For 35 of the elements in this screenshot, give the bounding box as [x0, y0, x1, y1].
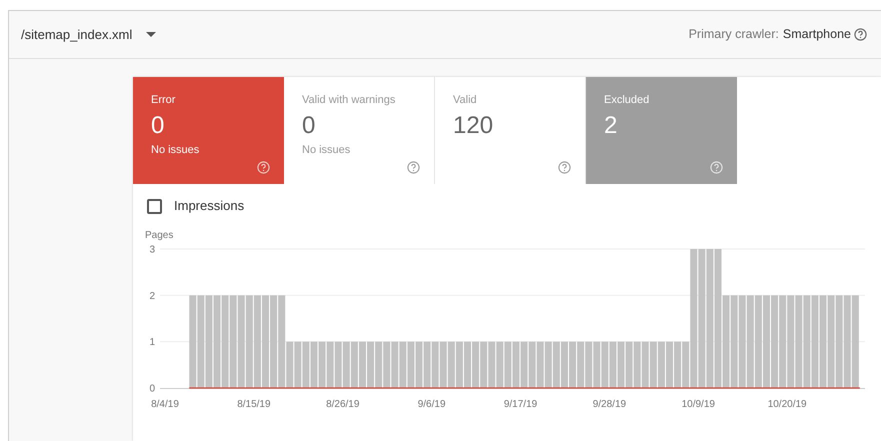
- help-icon[interactable]: [407, 161, 420, 174]
- axis-tick-label: 8/4/19: [151, 399, 179, 410]
- axis-title: Pages: [145, 230, 174, 241]
- dropdown-caret-icon[interactable]: [146, 32, 156, 37]
- help-icon[interactable]: [558, 161, 571, 174]
- tile-note: No issues: [302, 143, 352, 157]
- tile-label: Valid with warnings: [302, 93, 396, 107]
- axis-tick-label: 2: [149, 290, 155, 302]
- tile-label: Valid: [453, 93, 478, 107]
- status-tile[interactable]: Error 0 No issues: [133, 77, 284, 184]
- status-tile[interactable]: Valid 120: [435, 77, 586, 184]
- crawler-value: Smartphone: [782, 26, 851, 44]
- help-icon[interactable]: [854, 28, 867, 41]
- status-tile[interactable]: Valid with warnings 0 No issues: [284, 77, 435, 184]
- tile-note: No issues: [151, 143, 200, 157]
- axis-tick-label: 1: [149, 337, 155, 348]
- tile-value: 0: [151, 111, 166, 141]
- tile-label: Error: [151, 93, 176, 107]
- sitemap-name: /sitemap_index.xml: [21, 26, 132, 44]
- tile-value: 0: [302, 111, 316, 141]
- axis-tick-label: 9/6/19: [418, 399, 446, 410]
- tile-value: 2: [604, 111, 618, 141]
- axis-tick-label: 8/26/19: [326, 399, 360, 410]
- axis-tick-label: 0: [149, 384, 155, 394]
- checkbox[interactable]: [147, 198, 162, 214]
- crawler-label: Primary crawler:: [688, 26, 779, 44]
- tile-label: Excluded: [604, 93, 650, 107]
- axis-tick-label: 9/17/19: [504, 399, 538, 410]
- axis-tick-label: 9/28/19: [592, 399, 626, 410]
- axis-tick-label: 3: [149, 244, 155, 256]
- axis-tick-label: 8/15/19: [237, 399, 271, 410]
- axis-tick-label: 10/20/19: [768, 399, 807, 410]
- checkbox-label: Impressions: [174, 197, 244, 216]
- tile-value: 120: [453, 111, 494, 141]
- axis-tick-label: 10/9/19: [682, 399, 715, 410]
